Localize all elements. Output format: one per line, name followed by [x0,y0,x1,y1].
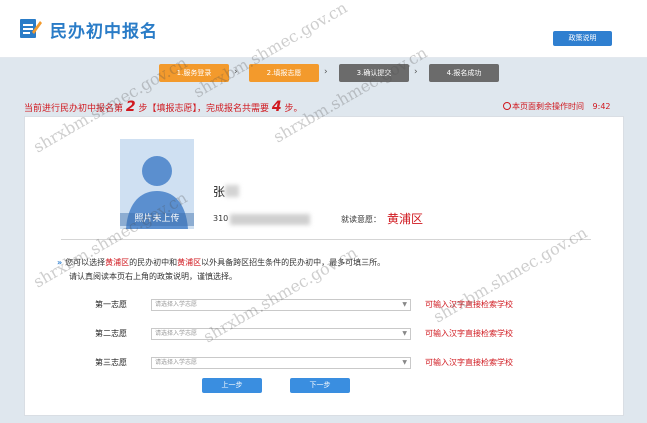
step-notice: 当前进行民办初中报名第 2 步【填报志愿】，完成报名共需要 4 步。 [24,99,303,115]
app-title: 民办初中报名 [50,22,158,42]
choice-1-select[interactable]: 请选择入学志愿 ▼ [151,299,411,311]
step-3: 3.确认提交 [339,64,409,82]
choice-1-placeholder: 请选择入学志愿 [155,301,198,308]
redacted-id [230,214,310,225]
next-step-button[interactable]: 下一步 [290,378,350,393]
choice-3-label: 第三志愿 [95,358,127,367]
choice-3-placeholder: 请选择入学志愿 [155,359,198,366]
prev-step-button[interactable]: 上一步 [202,378,262,393]
countdown-timer: 本页面剩余操作时间 9:42 [503,101,611,112]
divider [61,239,591,240]
timer-label: 本页面剩余操作时间 [512,102,584,111]
step-4: 4.报名成功 [429,64,499,82]
edit-form-icon [20,19,42,38]
notice-prefix: 当前进行民办初中报名第 [24,104,124,114]
step-1: 1.服务登录 [159,64,229,82]
photo-status-label: 照片未上传 [120,213,194,226]
policy-reminder: 请认真阅读本页右上角的政策说明，谨慎选择。 [69,272,237,281]
student-name: 张 [213,185,226,199]
chevron-down-icon: ▼ [402,301,407,308]
policy-button[interactable]: 政策说明 [553,31,612,46]
clock-icon [503,102,511,110]
choice-2-placeholder: 请选择入学志愿 [155,330,198,337]
choice-2-select[interactable]: 请选择入学志愿 ▼ [151,328,411,340]
redacted-name [225,185,239,197]
choice-1-hint: 可输入汉字直接检索学校 [425,300,513,309]
info-district-2: 黄浦区 [177,258,202,267]
current-step-number: 2 [125,99,136,115]
info-text-b: 的民办初中和 [129,258,178,267]
district-value: 黄浦区 [387,212,424,226]
choice-3-hint: 可输入汉字直接检索学校 [425,358,513,367]
info-text-a: 您可以选择 [65,258,106,267]
student-id: 310 [213,214,229,223]
choice-3-select[interactable]: 请选择入学志愿 ▼ [151,357,411,369]
chevron-right-icon: › [234,67,238,77]
chevron-right-icon: › [324,67,328,77]
student-photo: 照片未上传 [120,139,194,229]
info-text-c: 以外具备跨区招生条件的民办初中，最多可填三所。 [201,258,386,267]
chevron-down-icon: ▼ [402,330,407,337]
chevron-right-icon: › [414,67,418,77]
double-chevron-icon: » [57,258,63,267]
choice-2-label: 第二志愿 [95,329,127,338]
choice-1-label: 第一志愿 [95,300,127,309]
step-2: 2.填报志愿 [249,64,319,82]
notice-suffix: 步。 [284,104,303,114]
step-progress: 1.服务登录 › 2.填报志愿 › 3.确认提交 › 4.报名成功 [0,64,647,84]
info-district-1: 黄浦区 [105,258,130,267]
selection-instructions: » 您可以选择黄浦区的民办初中和黄浦区以外具备跨区招生条件的民办初中，最多可填三所… [57,257,385,268]
timer-value: 9:42 [592,102,611,111]
district-label: 就读意愿： [341,215,381,224]
choice-2-hint: 可输入汉字直接检索学校 [425,329,513,338]
application-panel: 照片未上传 张 310 就读意愿： 黄浦区 » 您可以选择黄浦区的民办初中和黄浦区… [24,116,624,416]
total-step-number: 4 [271,99,282,115]
header-bar: 民办初中报名 政策说明 [0,0,647,58]
chevron-down-icon: ▼ [402,359,407,366]
notice-middle: 步【填报志愿】，完成报名共需要 [138,104,270,114]
